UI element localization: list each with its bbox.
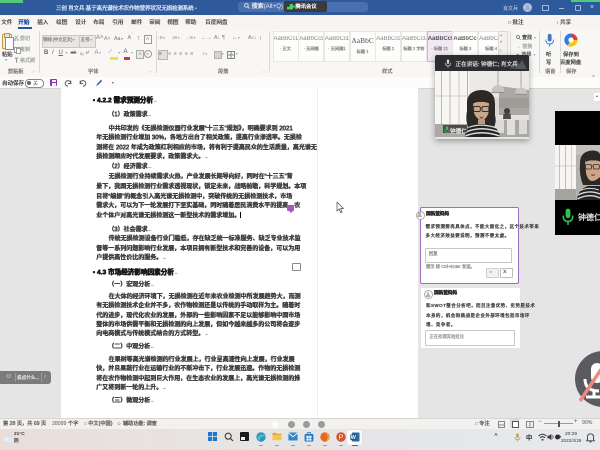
- svg-text:W: W: [351, 435, 357, 441]
- svg-text:P: P: [339, 434, 344, 441]
